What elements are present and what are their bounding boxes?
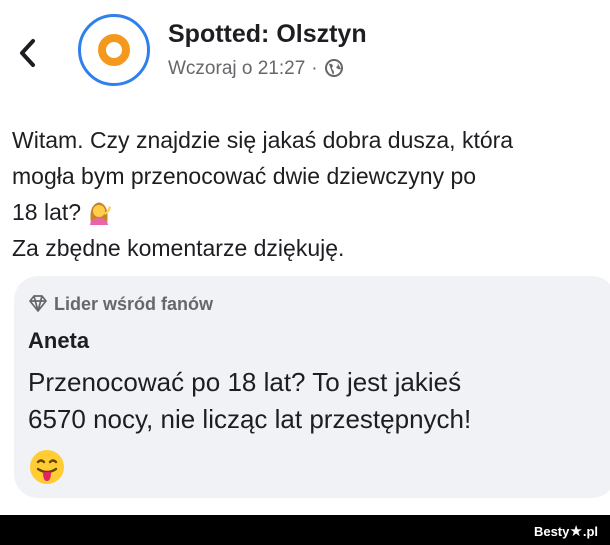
- woman-tipping-hand-emoji: [85, 198, 113, 226]
- comment-bubble[interactable]: Lider wśród fanów Aneta Przenocować po 1…: [14, 276, 610, 498]
- star-icon: ★: [569, 523, 583, 540]
- back-button[interactable]: [16, 36, 44, 72]
- post-line: 18 lat?: [12, 199, 82, 225]
- site-logo: Besty★.pl: [534, 522, 598, 540]
- logo-suffix: .pl: [582, 524, 598, 539]
- logo-text: Besty: [533, 524, 570, 539]
- post-line: Witam. Czy znajdzie się jakaś dobra dusz…: [12, 127, 514, 153]
- face-with-tongue-emoji: [28, 448, 66, 486]
- meta-separator: ·: [311, 58, 318, 79]
- comment-body: Przenocować po 18 lat? To jest jakieś 65…: [28, 364, 598, 438]
- watermark-footer: Besty★.pl: [0, 515, 610, 545]
- top-fan-badge: Lider wśród fanów: [28, 294, 213, 315]
- post-line-with-emoji: 18 lat?: [12, 194, 592, 230]
- post-header: Spotted: Olsztyn Wczoraj o 21:27 ·: [0, 0, 610, 100]
- badge-label: Lider wśród fanów: [54, 294, 214, 314]
- comment-line: 6570 nocy, nie licząc lat przestępnych!: [28, 404, 472, 434]
- post-timestamp[interactable]: Wczoraj o 21:27: [168, 58, 305, 79]
- post-body: Witam. Czy znajdzie się jakaś dobra dusz…: [12, 122, 592, 266]
- page-avatar[interactable]: [78, 14, 150, 86]
- avatar-logo: [98, 34, 130, 66]
- chevron-left-icon: [20, 39, 35, 67]
- post-line: mogła bym przenocować dwie dziewczyny po: [12, 163, 477, 189]
- post-meta: Wczoraj o 21:27 ·: [168, 58, 344, 84]
- globe-icon: [324, 58, 344, 84]
- post-line: Za zbędne komentarze dziękuję.: [12, 235, 345, 261]
- diamond-icon: [29, 295, 47, 312]
- comment-line: Przenocować po 18 lat? To jest jakieś: [28, 367, 462, 397]
- comment-author[interactable]: Aneta: [28, 328, 89, 354]
- page-name[interactable]: Spotted: Olsztyn: [168, 20, 367, 49]
